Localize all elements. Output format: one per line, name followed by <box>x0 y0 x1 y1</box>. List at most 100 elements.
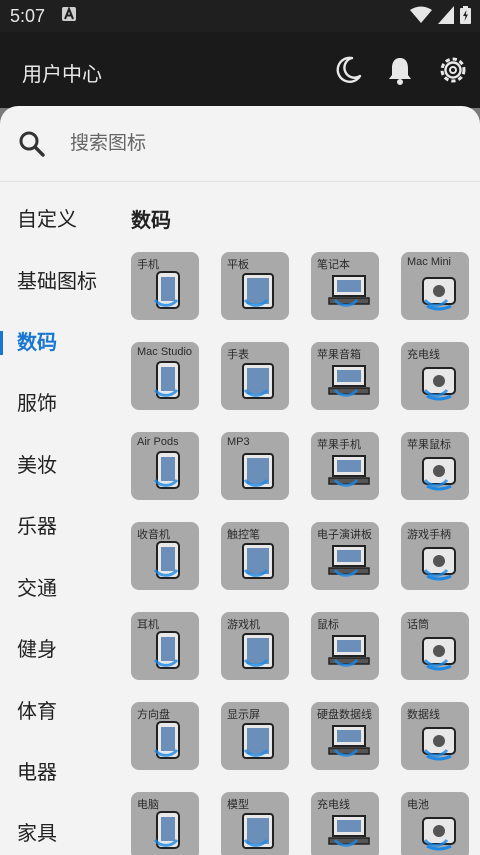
headphones-icon <box>147 628 191 672</box>
game-console-icon <box>237 628 281 672</box>
monitor-icon <box>237 718 281 762</box>
sidebar-item-label: 电器 <box>17 762 57 784</box>
airpods-icon <box>147 448 191 492</box>
icon-tile[interactable]: Air Pods <box>131 432 199 500</box>
sidebar-item-label: 交通 <box>17 578 57 600</box>
sidebar-item-label: 美妆 <box>17 455 57 477</box>
icon-tile[interactable]: 耳机 <box>131 612 199 680</box>
charging-cable-icon <box>327 808 371 852</box>
mouse-icon <box>327 628 371 672</box>
sidebar-item-basic-icons[interactable]: 基础图标 <box>0 262 115 302</box>
wifi-icon <box>410 6 432 29</box>
icon-tile[interactable]: 触控笔 <box>221 522 289 590</box>
icon-tile[interactable]: 硬盘数据线 <box>311 702 379 770</box>
search-input[interactable] <box>70 126 450 162</box>
sidebar-item-label: 自定义 <box>17 209 77 231</box>
icon-tile[interactable]: Mac Studio <box>131 342 199 410</box>
icon-tile[interactable]: 苹果鼠标 <box>401 432 469 500</box>
icon-picker-sheet: 自定义 基础图标 数码 服饰 美妆 乐器 交通 健身 体育 电器 家具 数码 手… <box>0 106 480 855</box>
icon-tile[interactable]: 话筒 <box>401 612 469 680</box>
mp3-icon <box>237 448 281 492</box>
charging-cable-icon <box>417 358 461 402</box>
sidebar-item-appliances[interactable]: 电器 <box>0 753 115 793</box>
icon-tile[interactable]: 平板 <box>221 252 289 320</box>
icon-tile[interactable]: 充电线 <box>311 792 379 855</box>
microphone-icon <box>417 628 461 672</box>
sidebar-item-custom[interactable]: 自定义 <box>0 200 115 240</box>
icon-tile[interactable]: 苹果手机 <box>311 432 379 500</box>
tablet-icon <box>237 268 281 312</box>
sidebar-item-label: 健身 <box>17 639 57 661</box>
sidebar-item-instruments[interactable]: 乐器 <box>0 507 115 547</box>
presentation-board-icon <box>327 538 371 582</box>
icon-tile[interactable]: 电子演讲板 <box>311 522 379 590</box>
icon-tile[interactable]: 游戏手柄 <box>401 522 469 590</box>
hard-drive-cable-icon <box>327 718 371 762</box>
icon-tile[interactable]: Mac Mini <box>401 252 469 320</box>
battery-icon <box>417 808 461 852</box>
icon-tile[interactable]: 充电线 <box>401 342 469 410</box>
steering-wheel-icon <box>147 718 191 762</box>
computer-icon <box>147 808 191 852</box>
category-sidebar: 自定义 基础图标 数码 服饰 美妆 乐器 交通 健身 体育 电器 家具 <box>0 182 115 855</box>
sidebar-item-label: 基础图标 <box>17 271 97 293</box>
sidebar-item-apparel[interactable]: 服饰 <box>0 384 115 424</box>
active-indicator <box>0 331 3 355</box>
bell-icon[interactable] <box>384 54 416 86</box>
sidebar-item-fitness[interactable]: 健身 <box>0 630 115 670</box>
icon-tile-label: Air Pods <box>137 436 179 448</box>
data-cable-icon <box>417 718 461 762</box>
icon-tile[interactable]: 游戏机 <box>221 612 289 680</box>
dark-mode-icon[interactable] <box>332 54 364 86</box>
icon-tile[interactable]: 方向盘 <box>131 702 199 770</box>
sidebar-item-furniture[interactable]: 家具 <box>0 814 115 854</box>
app-bar: 用户中心 <box>0 32 480 108</box>
phone-icon <box>147 268 191 312</box>
status-bar: 5:07 <box>0 0 480 32</box>
status-time: 5:07 <box>10 6 46 26</box>
sidebar-item-transport[interactable]: 交通 <box>0 569 115 609</box>
model-icon <box>237 808 281 852</box>
sidebar-item-digital[interactable]: 数码 <box>0 323 115 363</box>
sidebar-item-sports[interactable]: 体育 <box>0 692 115 732</box>
icon-tile-label: Mac Mini <box>407 256 452 268</box>
radio-icon <box>147 538 191 582</box>
apple-mouse-icon <box>417 448 461 492</box>
icon-tile[interactable]: 数据线 <box>401 702 469 770</box>
icon-tile[interactable]: 笔记本 <box>311 252 379 320</box>
search-bar <box>0 106 480 182</box>
icon-grid-panel: 数码 手机 平板 笔记本 Mac Mini Mac Studio 手表 苹果音箱 充电线 Air… <box>115 182 480 855</box>
battery-status-icon <box>460 6 471 29</box>
page-title: 用户中心 <box>22 64 102 86</box>
gamepad-icon <box>417 538 461 582</box>
cellular-signal-icon <box>438 6 454 29</box>
sidebar-item-label: 家具 <box>17 823 57 845</box>
search-icon <box>18 130 46 158</box>
watch-icon <box>237 358 281 402</box>
icon-tile[interactable]: 收音机 <box>131 522 199 590</box>
settings-gear-icon[interactable] <box>437 54 469 86</box>
iphone-icon <box>327 448 371 492</box>
mac-studio-icon <box>147 358 191 402</box>
icon-tile[interactable]: 电池 <box>401 792 469 855</box>
icon-tile-label: MP3 <box>227 436 250 448</box>
icon-tile[interactable]: 手机 <box>131 252 199 320</box>
icon-tile[interactable]: 模型 <box>221 792 289 855</box>
icon-tile[interactable]: 显示屏 <box>221 702 289 770</box>
apple-speaker-icon <box>327 358 371 402</box>
mac-mini-icon <box>417 268 461 312</box>
sidebar-item-label: 乐器 <box>17 516 57 538</box>
laptop-icon <box>327 268 371 312</box>
icon-tile[interactable]: MP3 <box>221 432 289 500</box>
icon-tile[interactable]: 鼠标 <box>311 612 379 680</box>
section-title: 数码 <box>131 210 171 232</box>
icon-tile-label: Mac Studio <box>137 346 193 358</box>
sidebar-item-makeup[interactable]: 美妆 <box>0 446 115 486</box>
notification-a-icon <box>62 6 76 27</box>
sidebar-item-label: 服饰 <box>17 393 57 415</box>
icon-tile[interactable]: 电脑 <box>131 792 199 855</box>
icon-tile[interactable]: 手表 <box>221 342 289 410</box>
icon-tile[interactable]: 苹果音箱 <box>311 342 379 410</box>
sidebar-item-label: 体育 <box>17 701 57 723</box>
sidebar-item-label: 数码 <box>17 332 57 354</box>
